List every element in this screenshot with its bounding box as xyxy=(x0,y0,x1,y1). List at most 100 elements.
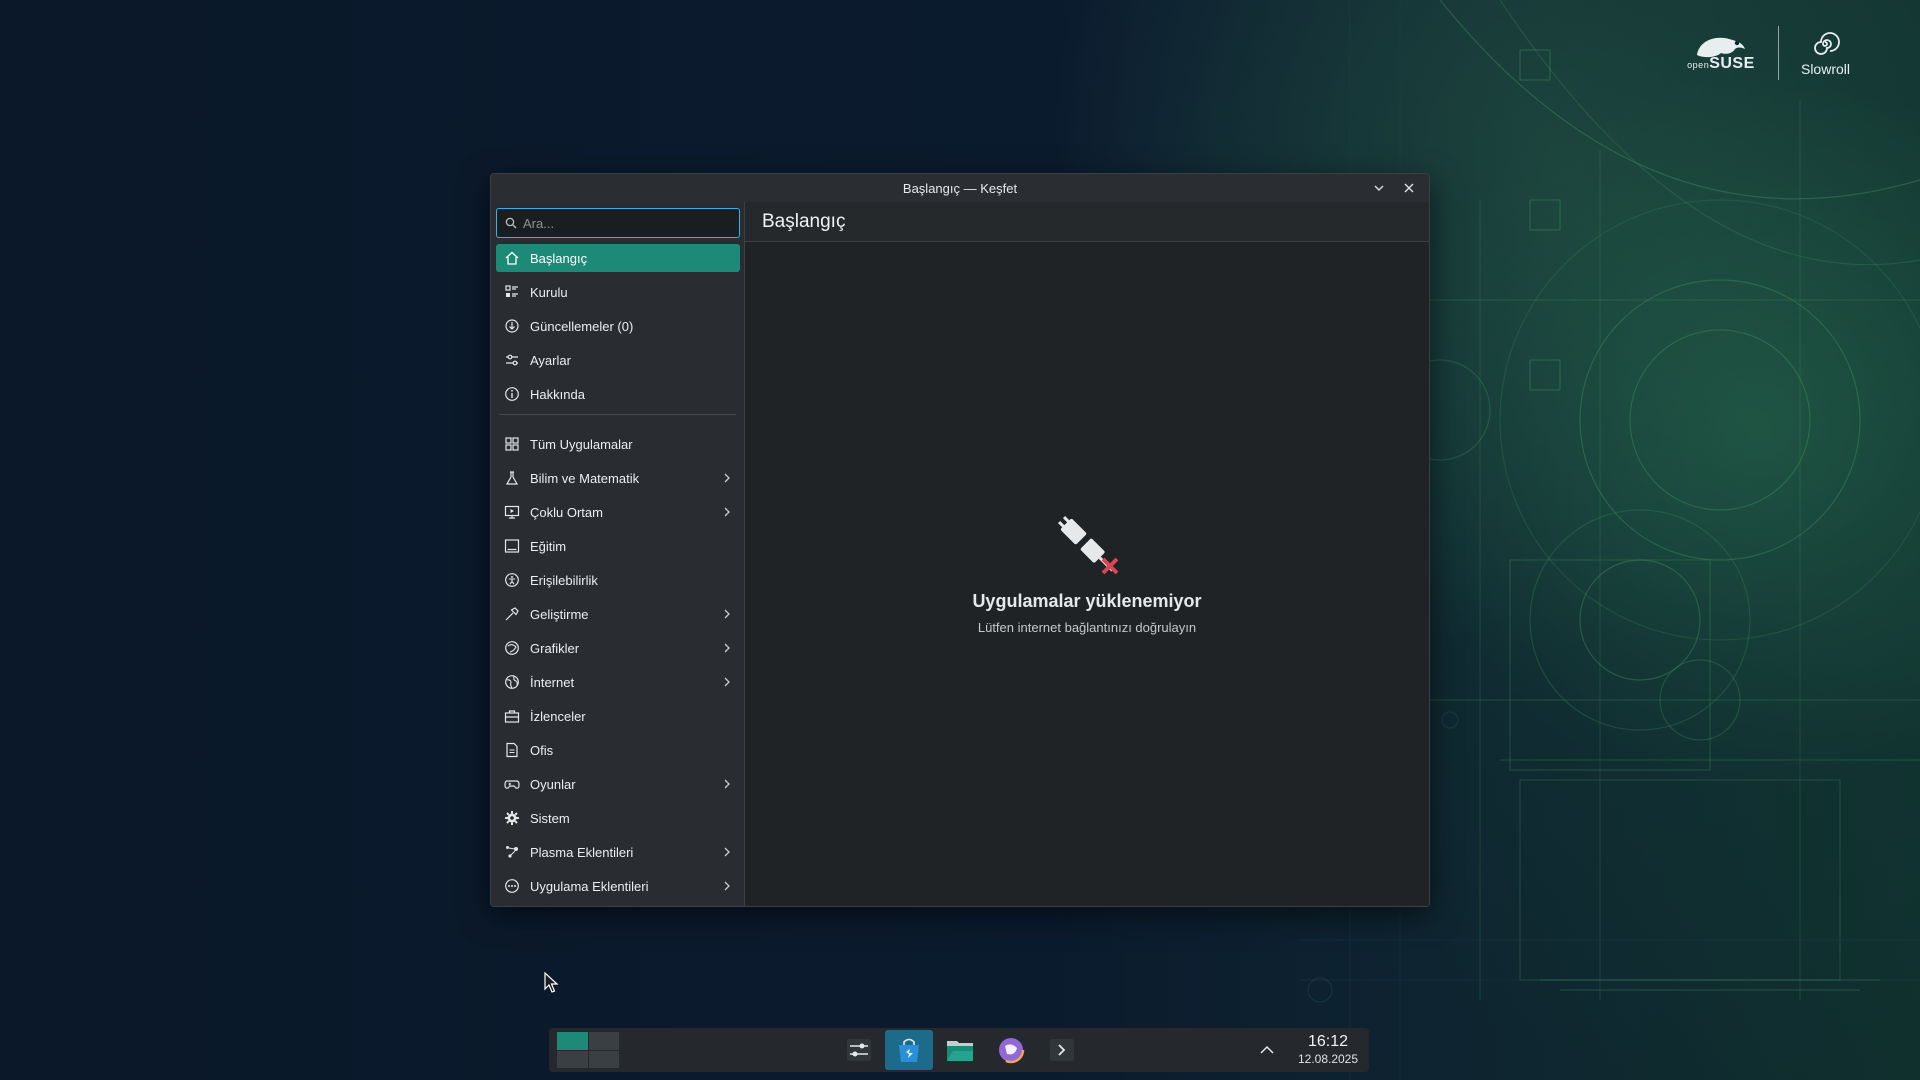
sidebar-item-office[interactable]: Ofis xyxy=(496,736,740,764)
search-icon xyxy=(505,217,517,229)
sidebar-item-all-apps[interactable]: Tüm Uygulamalar xyxy=(496,430,740,458)
empty-state-title: Uygulamalar yüklenemiyor xyxy=(972,591,1202,611)
sidebar-item-label: Çoklu Ortam xyxy=(530,504,603,520)
chevron-down-icon xyxy=(1374,185,1384,191)
search-input[interactable] xyxy=(523,215,723,231)
chevron-right-icon xyxy=(724,643,730,653)
disconnected-plug-icon xyxy=(1058,516,1119,575)
close-icon xyxy=(1404,183,1414,193)
flask-icon xyxy=(503,469,521,487)
brand-suse-text: SUSE xyxy=(1709,55,1755,72)
task-discover[interactable] xyxy=(885,1030,933,1070)
home-icon xyxy=(503,249,521,267)
task-browser[interactable] xyxy=(987,1030,1035,1070)
info-icon xyxy=(503,385,521,403)
slowroll-text: Slowroll xyxy=(1800,61,1850,77)
sidebar-top-nav: Başlangıç Kurulu Güncellemeler (0) Ayarl… xyxy=(491,244,744,408)
gear-icon xyxy=(503,809,521,827)
graphics-icon xyxy=(503,639,521,657)
taskbar: 16:12 12.08.2025 xyxy=(549,1028,1369,1072)
chevron-right-icon xyxy=(724,609,730,619)
chevron-right-icon xyxy=(724,881,730,891)
sidebar-item-about[interactable]: Hakkında xyxy=(496,380,740,408)
sidebar-item-multimedia[interactable]: Çoklu Ortam xyxy=(496,498,740,526)
chevron-right-icon xyxy=(724,507,730,517)
empty-state: Uygulamalar yüklenemiyor Lütfen internet… xyxy=(745,507,1429,635)
sidebar-item-label: Grafikler xyxy=(530,640,580,656)
sidebar-item-label: Ofis xyxy=(530,742,554,758)
sidebar-item-internet[interactable]: İnternet xyxy=(496,668,740,696)
discover-store-icon xyxy=(899,1038,919,1062)
addons-icon xyxy=(503,877,521,895)
plasma-icon xyxy=(503,843,521,861)
grid-icon xyxy=(503,435,521,453)
sidebar-item-settings[interactable]: Ayarlar xyxy=(496,346,740,374)
sidebar-item-label: İzlenceler xyxy=(530,708,586,724)
tray-expand-icon[interactable] xyxy=(1257,1040,1277,1060)
minimize-button[interactable] xyxy=(1369,178,1389,198)
sidebar-categories: Tüm Uygulamalar Bilim ve Matematik Çoklu… xyxy=(491,430,744,900)
sidebar-item-installed[interactable]: Kurulu xyxy=(496,278,740,306)
office-icon xyxy=(503,741,521,759)
sidebar-item-label: Uygulama Eklentileri xyxy=(530,878,649,894)
brand-separator xyxy=(1777,26,1779,80)
chevron-right-icon xyxy=(724,779,730,789)
installed-list-icon xyxy=(503,283,521,301)
sidebar-item-label: Güncellemeler (0) xyxy=(530,318,634,334)
discover-window: Başlangıç — Keşfet Başlangıç Kurulu xyxy=(490,173,1430,907)
sidebar-item-label: Eğitim xyxy=(530,538,567,554)
sidebar-item-system[interactable]: Sistem xyxy=(496,804,740,832)
hammer-icon xyxy=(503,605,521,623)
task-terminal[interactable] xyxy=(1038,1030,1086,1070)
chevron-right-icon xyxy=(724,473,730,483)
toolbox-icon xyxy=(503,707,521,725)
sidebar-item-graphics[interactable]: Grafikler xyxy=(496,634,740,662)
distro-branding: openSUSE Slowroll xyxy=(1686,26,1850,80)
search-box[interactable] xyxy=(496,208,740,238)
clock-time: 16:12 xyxy=(1307,1033,1349,1050)
digital-clock[interactable]: 16:12 12.08.2025 xyxy=(1289,1033,1367,1066)
chevron-right-icon xyxy=(724,847,730,857)
page-title: Başlangıç xyxy=(745,202,1429,242)
sidebar-item-label: Kurulu xyxy=(530,284,568,300)
sidebar-item-home[interactable]: Başlangıç xyxy=(496,244,740,272)
sidebar-item-label: Plasma Eklentileri xyxy=(530,844,634,860)
sidebar-item-development[interactable]: Geliştirme xyxy=(496,600,740,628)
sidebar-item-games[interactable]: Oyunlar xyxy=(496,770,740,798)
sidebar-item-utilities[interactable]: İzlenceler xyxy=(496,702,740,730)
desktop-1[interactable] xyxy=(557,1032,588,1050)
sidebar-item-label: Tüm Uygulamalar xyxy=(530,436,633,452)
sidebar-item-label: İnternet xyxy=(530,674,575,690)
sidebar-item-label: Geliştirme xyxy=(530,606,589,622)
globe-icon xyxy=(503,673,521,691)
spiral-icon xyxy=(1814,32,1841,55)
close-button[interactable] xyxy=(1399,178,1419,198)
sidebar-item-science[interactable]: Bilim ve Matematik xyxy=(496,464,740,492)
mouse-cursor-icon xyxy=(544,972,559,993)
sidebar-item-app-addons[interactable]: Uygulama Eklentileri xyxy=(496,872,740,900)
education-icon xyxy=(503,537,521,555)
chevron-right-icon xyxy=(724,677,730,687)
sidebar-item-plasma-addons[interactable]: Plasma Eklentileri xyxy=(496,838,740,866)
terminal-icon xyxy=(1050,1039,1074,1061)
sidebar-item-accessibility[interactable]: Erişilebilirlik xyxy=(496,566,740,594)
sidebar-item-education[interactable]: Eğitim xyxy=(496,532,740,560)
task-system-settings[interactable] xyxy=(835,1030,883,1070)
empty-state-subtitle: Lütfen internet bağlantınızı doğrulayın xyxy=(977,620,1197,635)
window-titlebar[interactable]: Başlangıç — Keşfet xyxy=(491,174,1429,202)
multimedia-icon xyxy=(503,503,521,521)
virtual-desktop-pager[interactable] xyxy=(557,1032,619,1068)
sidebar-item-label: Bilim ve Matematik xyxy=(530,470,640,486)
brand-open-text: open xyxy=(1687,60,1710,70)
task-file-manager[interactable] xyxy=(936,1030,984,1070)
sidebar-item-label: Sistem xyxy=(530,810,570,826)
desktop-3[interactable] xyxy=(557,1050,588,1068)
sidebar-divider xyxy=(499,414,736,415)
settings-app-icon xyxy=(847,1039,871,1061)
sidebar-item-updates[interactable]: Güncellemeler (0) xyxy=(496,312,740,340)
sidebar-item-label: Oyunlar xyxy=(530,776,576,792)
desktop-4[interactable] xyxy=(588,1050,619,1068)
desktop-2[interactable] xyxy=(588,1032,619,1050)
browser-icon xyxy=(997,1036,1025,1064)
window-title: Başlangıç — Keşfet xyxy=(902,180,1018,196)
